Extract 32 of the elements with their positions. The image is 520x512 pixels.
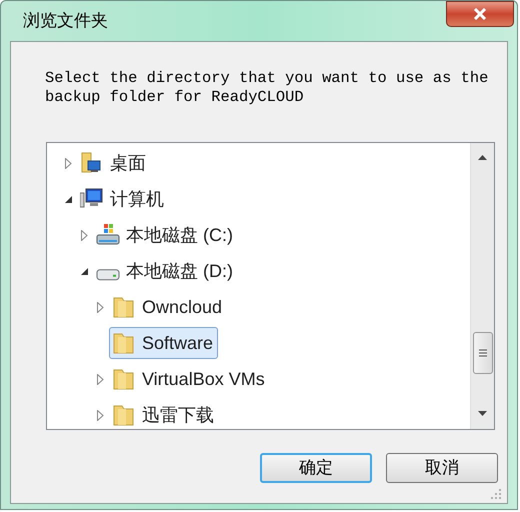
close-button[interactable]	[446, 1, 514, 27]
tree-item[interactable]: VirtualBox VMs	[109, 363, 270, 395]
collapsed-arrow-icon[interactable]	[96, 302, 104, 312]
tree-item[interactable]: 本地磁盘 (D:)	[93, 255, 238, 287]
collapsed-arrow-icon[interactable]	[96, 374, 104, 384]
folder-icon	[112, 367, 136, 391]
collapsed-arrow-icon[interactable]	[80, 230, 88, 240]
folder-icon	[112, 403, 136, 427]
tree-item[interactable]: Software	[109, 327, 218, 359]
scrollbar[interactable]	[470, 143, 494, 429]
expanded-arrow-icon[interactable]	[64, 196, 72, 202]
dialog-button[interactable]: 取消	[386, 453, 498, 483]
folder-icon	[112, 331, 136, 355]
tree-item[interactable]: Owncloud	[109, 291, 228, 323]
collapsed-arrow-icon[interactable]	[64, 158, 72, 168]
close-icon	[473, 8, 487, 20]
system-drive-icon	[96, 223, 120, 247]
scroll-thumb[interactable]	[473, 332, 493, 374]
window-title: 浏览文件夹	[23, 10, 108, 32]
scroll-down-icon[interactable]	[478, 411, 487, 416]
dialog-button[interactable]: 确定	[260, 453, 372, 483]
expanded-arrow-icon[interactable]	[80, 268, 88, 274]
description: Select the directory that you want to use as the backup folder for ReadyCLOUD	[45, 69, 490, 107]
tree-item[interactable]: 计算机	[77, 183, 169, 215]
folder-icon	[112, 295, 136, 319]
tree-item[interactable]: 桌面	[77, 147, 151, 179]
scroll-up-icon[interactable]	[478, 155, 487, 160]
resize-grip-icon[interactable]	[491, 489, 501, 499]
tree-item[interactable]: 迅雷下载	[109, 399, 219, 429]
tree-item[interactable]: 本地磁盘 (C:)	[93, 219, 238, 251]
drive-icon	[96, 269, 120, 281]
collapsed-arrow-icon[interactable]	[96, 410, 104, 420]
